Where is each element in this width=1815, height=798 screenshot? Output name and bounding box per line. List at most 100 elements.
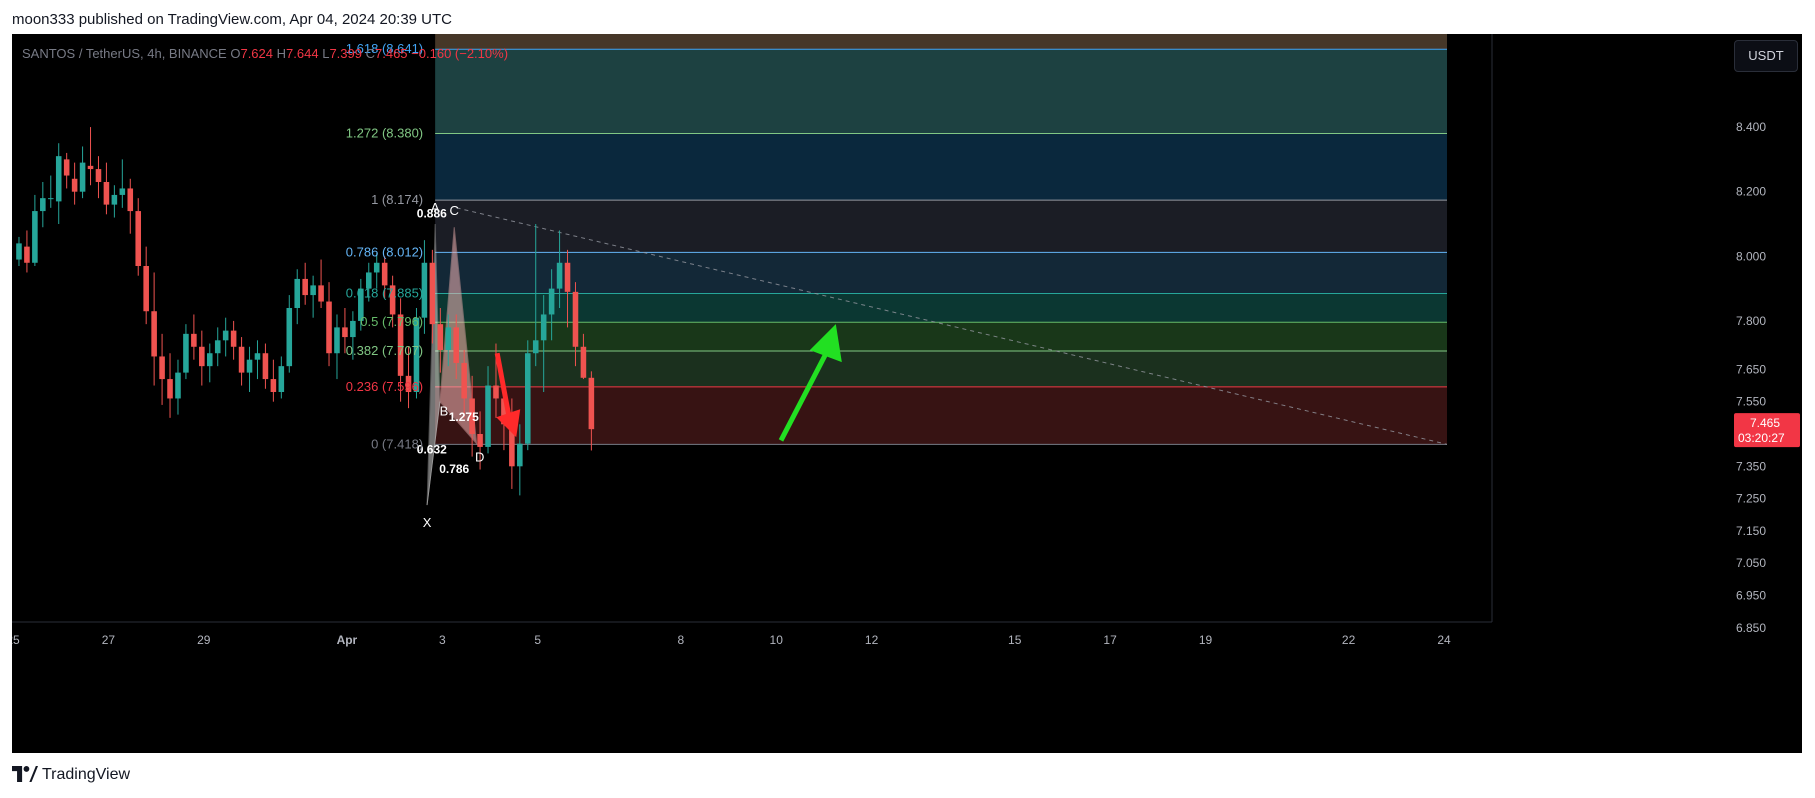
open-value: 7.624	[240, 46, 274, 61]
candle-body	[286, 308, 293, 367]
time-tick-label: 3	[439, 633, 446, 647]
candle-body	[532, 340, 539, 354]
candle-body	[135, 211, 142, 266]
candle-body	[517, 443, 523, 467]
symbol-info-bar: SANTOS / TetherUS, 4h, BINANCE O7.624 H7…	[22, 46, 508, 61]
candle-body	[167, 379, 173, 399]
candle-body	[564, 262, 571, 292]
time-tick-label: 25	[12, 633, 20, 647]
candle-body	[350, 320, 356, 338]
candle-body	[572, 291, 579, 347]
candle-body	[262, 353, 269, 380]
symbol-name[interactable]: SANTOS / TetherUS, 4h, BINANCE	[22, 46, 227, 61]
harmonic-point-label: C	[450, 203, 459, 218]
candle-body	[175, 372, 181, 399]
time-tick-label: 8	[677, 633, 684, 647]
time-tick-label: 29	[197, 633, 211, 647]
price-tick-label: 7.150	[1736, 524, 1766, 538]
candle-body	[63, 159, 70, 176]
price-tick-label: 7.550	[1736, 395, 1766, 409]
fib-level-label: 0.236 (7.596)	[346, 379, 423, 394]
candle-body	[540, 314, 547, 341]
candle-body	[373, 262, 380, 273]
close-label: C	[365, 46, 375, 61]
candle-body	[477, 434, 483, 447]
time-tick-label: 5	[534, 633, 541, 647]
fib-retracement-zones	[435, 34, 1447, 445]
candle-body	[548, 288, 555, 315]
low-value: 7.399	[329, 46, 362, 61]
candle-body	[310, 285, 316, 296]
close-value: 7.465	[375, 46, 408, 61]
candlestick-chart[interactable]: XABCD0.8860.6321.2750.786 1.618 (8.641)1…	[12, 34, 1802, 753]
fib-zone	[435, 133, 1447, 201]
candle-body	[222, 330, 229, 341]
time-tick-label: 15	[1008, 633, 1022, 647]
tradingview-logo-icon	[12, 766, 38, 782]
candle-body	[191, 333, 197, 347]
last-price-value: 7.465	[1750, 416, 1780, 430]
fib-level-labels: 1.618 (8.641)1.272 (8.380)1 (8.174)0.786…	[346, 41, 423, 451]
time-tick-label: 10	[770, 633, 784, 647]
fib-zone	[435, 34, 1447, 50]
time-axis-bg	[12, 622, 1802, 753]
price-tick-label: 8.200	[1736, 185, 1766, 199]
candle-body	[127, 188, 134, 212]
candle-body	[199, 346, 205, 367]
candle-body	[381, 262, 388, 286]
fib-zone	[435, 200, 1447, 253]
candle-body	[493, 385, 499, 399]
publish-header: moon333 published on TradingView.com, Ap…	[0, 0, 1815, 34]
currency-button[interactable]: USDT	[1734, 40, 1798, 72]
time-tick-label: 24	[1437, 633, 1451, 647]
candle-body	[206, 353, 213, 367]
candle-body	[437, 324, 444, 350]
candle-body	[270, 379, 277, 392]
candle-body	[254, 353, 261, 360]
time-tick-label: 17	[1103, 633, 1117, 647]
fib-level-label: 0.618 (7.885)	[346, 285, 423, 300]
candle-body	[326, 301, 332, 354]
high-label: H	[276, 46, 287, 61]
price-tick-label: 8.400	[1736, 120, 1766, 134]
candle-body	[16, 243, 22, 260]
candle-body	[47, 198, 54, 200]
harmonic-ratio-label: 1.275	[449, 410, 479, 424]
high-value: 7.644	[286, 46, 319, 61]
fib-level-label: 0.382 (7.707)	[346, 343, 423, 358]
candle-body	[302, 278, 308, 296]
change-value: −0.160 (−2.10%)	[411, 46, 509, 61]
fib-zone	[435, 293, 1447, 323]
candle-body	[588, 377, 595, 430]
time-tick-label: 27	[102, 633, 116, 647]
harmonic-point-label: X	[423, 515, 432, 530]
candle-body	[334, 327, 340, 354]
fib-zone	[435, 350, 1447, 387]
candle-body	[485, 385, 491, 447]
time-tick-label: 19	[1199, 633, 1213, 647]
candle-body	[230, 330, 237, 347]
candle-body	[580, 346, 587, 378]
open-label: O	[230, 46, 241, 61]
candle-body	[24, 246, 30, 263]
fib-zone	[435, 322, 1447, 351]
candle-body	[71, 178, 78, 192]
chart-panel[interactable]: X A B C D 0.886 0.632 1.275 0.786 1.618 (8.641) 1…	[12, 34, 1802, 753]
harmonic-ratio-label: 0.886	[417, 207, 447, 221]
candle-body	[278, 366, 285, 392]
time-tick-label: 12	[865, 633, 879, 647]
candle-body	[318, 285, 324, 302]
fib-level-label: 1.272 (8.380)	[346, 126, 423, 141]
price-tick-label: 7.050	[1736, 556, 1766, 570]
candle-body	[111, 194, 118, 205]
price-tick-label: 7.650	[1736, 362, 1766, 376]
candle-body	[524, 353, 531, 444]
price-tick-label: 7.350	[1736, 459, 1766, 473]
candle-body	[294, 278, 301, 308]
harmonic-ratio-label: 0.786	[439, 462, 469, 476]
price-tick-label: 6.850	[1736, 621, 1766, 635]
candle-body	[342, 327, 348, 338]
tradingview-brand: TradingView	[42, 766, 131, 783]
publisher-line: moon333 published on TradingView.com, Ap…	[12, 11, 453, 28]
last-price-countdown: 03:20:27	[1738, 431, 1785, 445]
